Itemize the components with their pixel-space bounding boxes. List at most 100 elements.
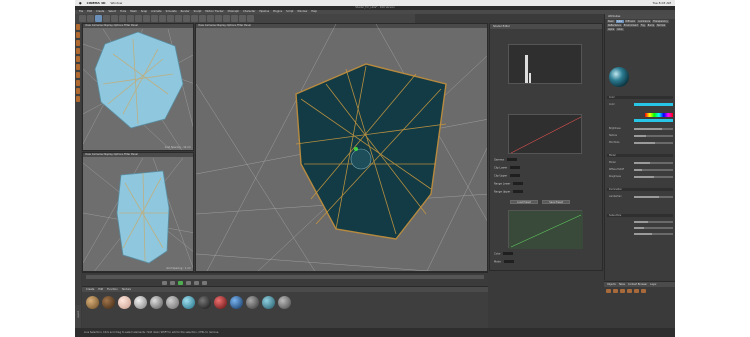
previous-frame-icon[interactable] <box>170 281 175 285</box>
snap-icon[interactable] <box>76 96 80 102</box>
polygons-mode-icon[interactable] <box>76 72 80 78</box>
tab-objects[interactable]: Objects <box>607 282 616 287</box>
mode-field[interactable] <box>503 260 514 263</box>
tab-reflectance[interactable]: Reflectance <box>607 24 622 27</box>
render-settings-icon[interactable] <box>183 15 190 22</box>
render-picture-viewer-icon[interactable] <box>175 15 182 22</box>
object-icon[interactable] <box>606 289 611 293</box>
redo-icon[interactable] <box>87 15 94 22</box>
histogram-graph[interactable] <box>508 44 582 84</box>
range-lower-field[interactable] <box>513 182 524 185</box>
material-swatch[interactable] <box>166 296 179 309</box>
tab-diffusion[interactable]: Diffusion <box>624 20 637 23</box>
cube-icon[interactable] <box>191 15 198 22</box>
scale-icon[interactable] <box>111 15 118 22</box>
tab-transparency[interactable]: Transparency <box>652 20 669 23</box>
record-icon[interactable] <box>202 281 207 285</box>
tab-fog[interactable]: Fog <box>639 24 646 27</box>
tab-basic[interactable]: Basic <box>607 20 615 23</box>
tab-bump[interactable]: Bump <box>646 24 656 27</box>
render-view-icon[interactable] <box>167 15 174 22</box>
y-axis-icon[interactable] <box>143 15 150 22</box>
range-upper-field[interactable] <box>513 190 524 193</box>
material-swatch[interactable] <box>150 296 163 309</box>
color-value-bar[interactable] <box>634 119 673 122</box>
color-curve-graph[interactable] <box>508 114 582 154</box>
tab-normal[interactable]: Normal <box>656 24 667 27</box>
brightness-slider[interactable] <box>634 128 673 130</box>
mix-mode-dropdown[interactable] <box>634 142 673 144</box>
diffuse-falloff-slider[interactable] <box>634 169 673 171</box>
save-preset-button[interactable]: Save Preset <box>542 200 570 204</box>
material-swatch[interactable] <box>262 296 275 309</box>
object-icon[interactable] <box>620 289 625 293</box>
object-icon[interactable] <box>634 289 639 293</box>
make-editable-icon[interactable] <box>76 24 80 30</box>
object-icon[interactable] <box>627 289 632 293</box>
section-subsurface[interactable]: Subsurface <box>607 214 673 217</box>
front-viewport[interactable]: View Cameras Display Options Filter Pane… <box>82 152 194 272</box>
material-tab-create[interactable]: Create <box>86 287 94 292</box>
section-color[interactable]: Color <box>607 96 673 99</box>
material-swatch[interactable] <box>278 296 291 309</box>
material-tab-texture[interactable]: Texture <box>122 287 131 292</box>
material-swatch[interactable] <box>246 296 259 309</box>
edges-mode-icon[interactable] <box>76 64 80 70</box>
material-tab-edit[interactable]: Edit <box>98 287 103 292</box>
tab-takes[interactable]: Takes <box>619 282 625 287</box>
top-viewport[interactable]: View Cameras Display Options Filter Pane… <box>82 23 194 151</box>
app-name[interactable]: CINEMA 4D <box>87 1 106 5</box>
recent-tool-icon[interactable] <box>127 15 134 22</box>
subdivision-icon[interactable] <box>207 15 214 22</box>
go-to-end-icon[interactable] <box>194 281 199 285</box>
material-swatch[interactable] <box>214 296 227 309</box>
color-field[interactable] <box>503 252 514 255</box>
roughness-slider[interactable] <box>634 176 673 178</box>
material-swatch[interactable] <box>118 296 131 309</box>
points-mode-icon[interactable] <box>76 56 80 62</box>
next-frame-icon[interactable] <box>186 281 191 285</box>
material-swatch[interactable] <box>182 296 195 309</box>
material-swatch[interactable] <box>86 296 99 309</box>
workplane-icon[interactable] <box>76 48 80 54</box>
section-illumination[interactable]: Illumination <box>607 188 673 191</box>
color-spectrum[interactable] <box>645 113 673 117</box>
deformer-icon[interactable] <box>223 15 230 22</box>
material-swatch[interactable] <box>230 296 243 309</box>
tab-layer[interactable]: Layer <box>650 282 656 287</box>
color-swatch[interactable] <box>634 103 673 106</box>
axis-mode-icon[interactable] <box>76 80 80 86</box>
x-axis-icon[interactable] <box>135 15 142 22</box>
timeline-ruler[interactable] <box>86 275 484 279</box>
texture-mode-icon[interactable] <box>76 40 80 46</box>
floor-icon[interactable] <box>231 15 238 22</box>
section-model[interactable]: Model <box>607 154 673 157</box>
model-mode-icon[interactable] <box>76 32 80 38</box>
light-icon[interactable] <box>247 15 254 22</box>
material-tab-function[interactable]: Function <box>107 287 118 292</box>
tab-alpha[interactable]: Alpha <box>607 28 616 31</box>
z-axis-icon[interactable] <box>151 15 158 22</box>
model-dropdown[interactable] <box>634 162 673 164</box>
coordinate-system-icon[interactable] <box>159 15 166 22</box>
lambertian-slider[interactable] <box>634 196 673 198</box>
mac-menu-window[interactable]: Window <box>110 1 122 5</box>
play-icon[interactable] <box>178 281 183 285</box>
material-swatch[interactable] <box>102 296 115 309</box>
subsurface-slider[interactable] <box>634 233 673 235</box>
pen-icon[interactable] <box>199 15 206 22</box>
clip-lower-field[interactable] <box>509 166 520 169</box>
tab-luminance[interactable]: Luminance <box>637 20 652 23</box>
subsurface-slider[interactable] <box>634 227 673 229</box>
clip-upper-field[interactable] <box>509 174 520 177</box>
tab-content-browser[interactable]: Content Browser <box>628 282 647 287</box>
material-swatch[interactable] <box>134 296 147 309</box>
undo-icon[interactable] <box>79 15 86 22</box>
object-icon[interactable] <box>641 289 646 293</box>
rotate-icon[interactable] <box>119 15 126 22</box>
tab-environment[interactable]: Environment <box>622 24 639 27</box>
gamma-field[interactable] <box>506 158 517 161</box>
camera-icon[interactable] <box>239 15 246 22</box>
load-preset-button[interactable]: Load Preset <box>510 200 538 204</box>
go-to-start-icon[interactable] <box>162 281 167 285</box>
